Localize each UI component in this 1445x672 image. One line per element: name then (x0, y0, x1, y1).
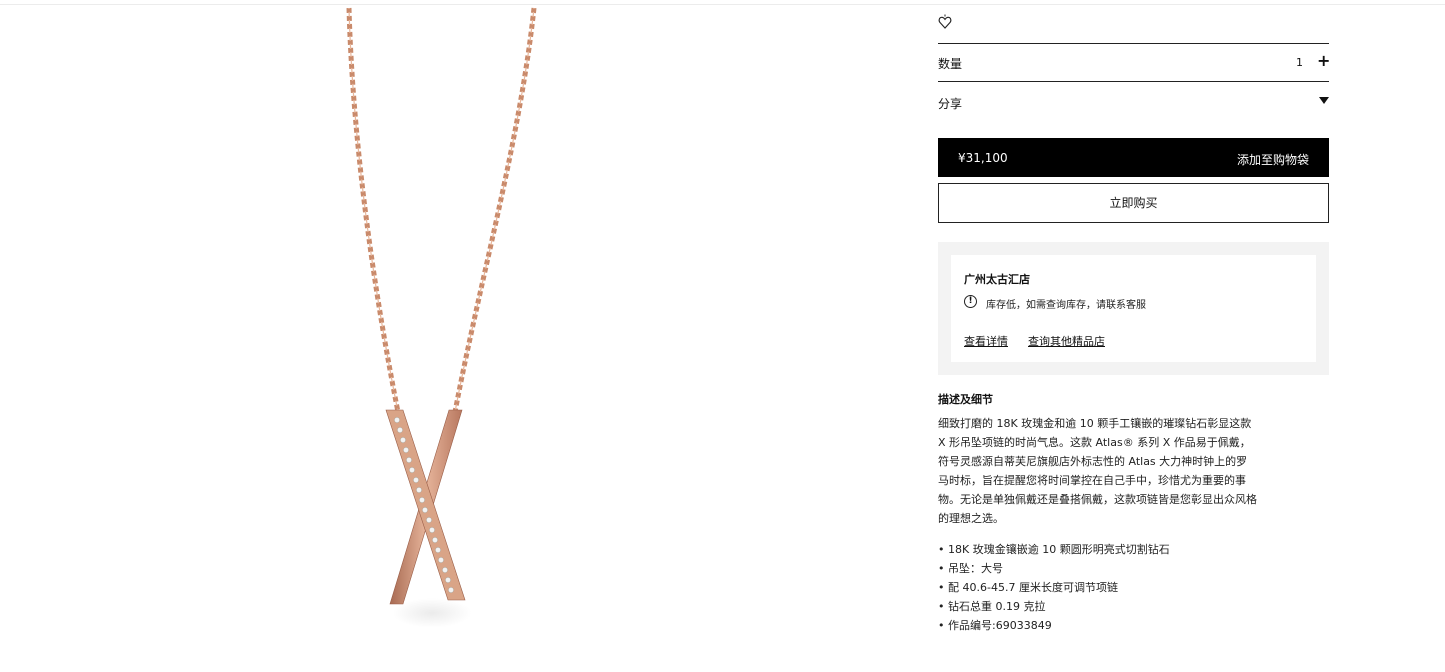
list-item: 吊坠：大号 (938, 559, 1170, 578)
spec-list: 18K 玫瑰金镶嵌逾 10 颗圆形明亮式切割钻石 吊坠：大号 配 40.6-45… (938, 540, 1170, 635)
heart-icon[interactable] (938, 14, 952, 30)
list-item: 作品编号:69033849 (938, 616, 1170, 635)
store-name: 广州太古汇店 (964, 273, 1030, 286)
description-body: 细致打磨的 18K 玫瑰金和逾 10 颗手工镶嵌的璀璨钻石彰显这款 X 形吊坠项… (938, 417, 1257, 525)
store-card: 广州太古汇店 ! 库存低，如需查询库存，请联系客服 查看详情 查询其他精品店 (951, 255, 1316, 362)
price: ¥31,100 (958, 151, 1008, 165)
find-other-stores-link[interactable]: 查询其他精品店 (1028, 333, 1105, 349)
stock-message: 库存低，如需查询库存，请联系客服 (986, 300, 1146, 311)
list-item: 18K 玫瑰金镶嵌逾 10 颗圆形明亮式切割钻石 (938, 540, 1170, 559)
store-availability-box: 广州太古汇店 ! 库存低，如需查询库存，请联系客服 查看详情 查询其他精品店 (938, 242, 1329, 375)
buy-now-button[interactable]: 立即购买 (938, 183, 1329, 223)
quantity-label: 数量 (938, 57, 963, 71)
product-shadow (392, 598, 472, 628)
chevron-down-icon[interactable] (1319, 97, 1329, 104)
description-title: 描述及细节 (938, 393, 993, 406)
add-to-bag-button[interactable]: ¥31,100 添加至购物袋 (938, 138, 1329, 177)
divider (938, 81, 1329, 82)
top-divider (0, 4, 1445, 5)
product-image (346, 7, 537, 605)
plus-icon[interactable]: + (1317, 53, 1330, 69)
list-item: 配 40.6-45.7 厘米长度可调节项链 (938, 578, 1170, 597)
list-item: 钻石总重 0.19 克拉 (938, 597, 1170, 616)
view-details-link[interactable]: 查看详情 (964, 333, 1008, 349)
add-to-bag-label: 添加至购物袋 (1236, 153, 1309, 167)
share-label[interactable]: 分享 (938, 95, 962, 112)
quantity-value[interactable]: 1 (1296, 56, 1303, 69)
info-icon: ! (964, 295, 977, 308)
divider (938, 43, 1329, 44)
